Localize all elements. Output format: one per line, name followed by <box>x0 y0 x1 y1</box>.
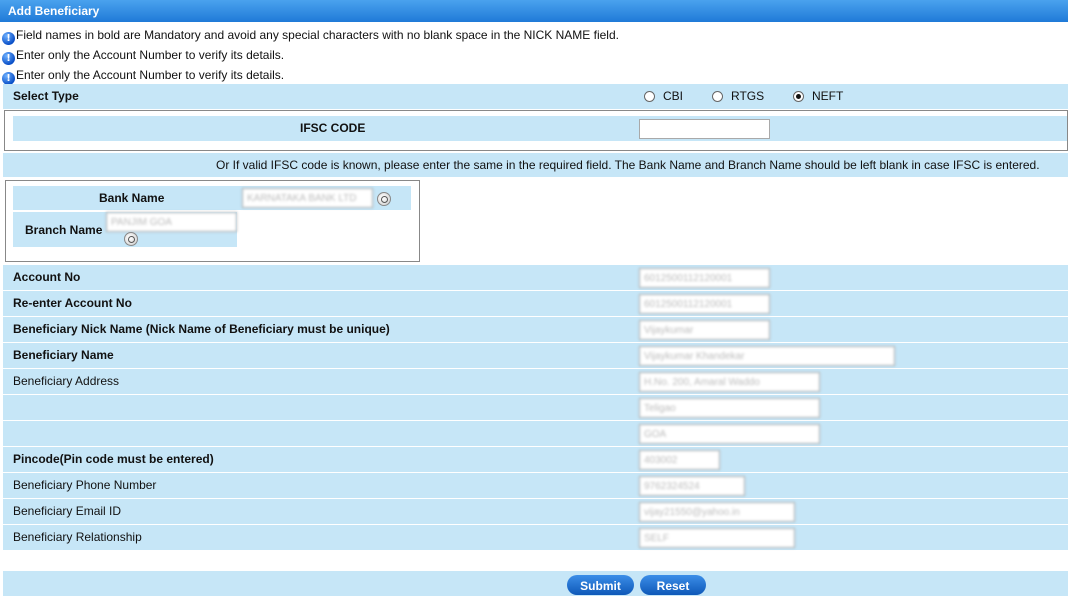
beneficiary-name-input[interactable] <box>639 346 895 366</box>
radio-cbi[interactable]: CBI <box>644 84 683 109</box>
info-icon: ! <box>2 32 15 45</box>
nick-name-input[interactable] <box>639 320 770 340</box>
relationship-input[interactable] <box>639 528 795 548</box>
email-input[interactable] <box>639 502 795 522</box>
branch-name-input[interactable] <box>106 212 237 232</box>
address-row-3 <box>3 421 1068 447</box>
nick-name-label: Beneficiary Nick Name (Nick Name of Bene… <box>13 322 390 336</box>
phone-input[interactable] <box>639 476 745 496</box>
account-no-input[interactable] <box>639 268 770 288</box>
branch-name-label: Branch Name <box>25 223 103 237</box>
reenter-account-no-input[interactable] <box>639 294 770 314</box>
radio-button-selected[interactable] <box>793 91 804 102</box>
select-type-row: Select Type CBI RTGS NEFT <box>3 84 1068 110</box>
beneficiary-name-label: Beneficiary Name <box>13 348 114 362</box>
radio-neft[interactable]: NEFT <box>793 84 843 109</box>
reenter-account-no-label: Re-enter Account No <box>13 296 132 310</box>
button-bar <box>3 571 1068 596</box>
relationship-row: Beneficiary Relationship <box>3 525 1068 551</box>
bank-name-label: Bank Name <box>99 191 165 205</box>
ifsc-note: Or If valid IFSC code is known, please e… <box>216 158 1040 172</box>
bank-search-icon[interactable] <box>377 192 391 206</box>
pincode-row: Pincode(Pin code must be entered) <box>3 447 1068 473</box>
ifsc-row: IFSC CODE <box>13 116 1067 141</box>
ifsc-input[interactable] <box>639 119 770 139</box>
info-note-2: ! Enter only the Account Number to verify… <box>2 46 284 65</box>
ifsc-label: IFSC CODE <box>300 121 366 135</box>
radio-button[interactable] <box>644 91 655 102</box>
select-type-label: Select Type <box>13 89 79 103</box>
reset-button[interactable]: Reset <box>640 575 706 595</box>
email-row: Beneficiary Email ID <box>3 499 1068 525</box>
ifsc-box: IFSC CODE <box>4 110 1068 151</box>
pincode-input[interactable] <box>639 450 720 470</box>
ifsc-note-row: Or If valid IFSC code is known, please e… <box>3 153 1068 177</box>
relationship-label: Beneficiary Relationship <box>13 530 142 544</box>
account-no-row: Account No <box>3 265 1068 291</box>
radio-rtgs[interactable]: RTGS <box>712 84 764 109</box>
info-icon: ! <box>2 52 15 65</box>
bank-branch-box: Bank Name Branch Name <box>5 180 420 262</box>
email-label: Beneficiary Email ID <box>13 504 122 518</box>
address-line3-input[interactable] <box>639 424 820 444</box>
page-title: Add Beneficiary <box>8 4 100 18</box>
beneficiary-name-row: Beneficiary Name <box>3 343 1068 369</box>
account-no-label: Account No <box>13 270 81 284</box>
address-row-2 <box>3 395 1068 421</box>
page-header: Add Beneficiary <box>0 0 1068 22</box>
info-note-3: ! Enter only the Account Number to verify… <box>2 66 284 85</box>
phone-row: Beneficiary Phone Number <box>3 473 1068 499</box>
radio-button[interactable] <box>712 91 723 102</box>
phone-label: Beneficiary Phone Number <box>13 478 157 492</box>
bank-name-input[interactable] <box>242 188 373 208</box>
address-line2-input[interactable] <box>639 398 820 418</box>
pincode-label: Pincode(Pin code must be entered) <box>13 452 214 466</box>
address-line1-input[interactable] <box>639 372 820 392</box>
reenter-account-no-row: Re-enter Account No <box>3 291 1068 317</box>
info-note-1: ! Field names in bold are Mandatory and a… <box>2 26 619 45</box>
nick-name-row: Beneficiary Nick Name (Nick Name of Bene… <box>3 317 1068 343</box>
address-row-1: Beneficiary Address <box>3 369 1068 395</box>
submit-button[interactable]: Submit <box>567 575 634 595</box>
address-label: Beneficiary Address <box>13 374 120 388</box>
